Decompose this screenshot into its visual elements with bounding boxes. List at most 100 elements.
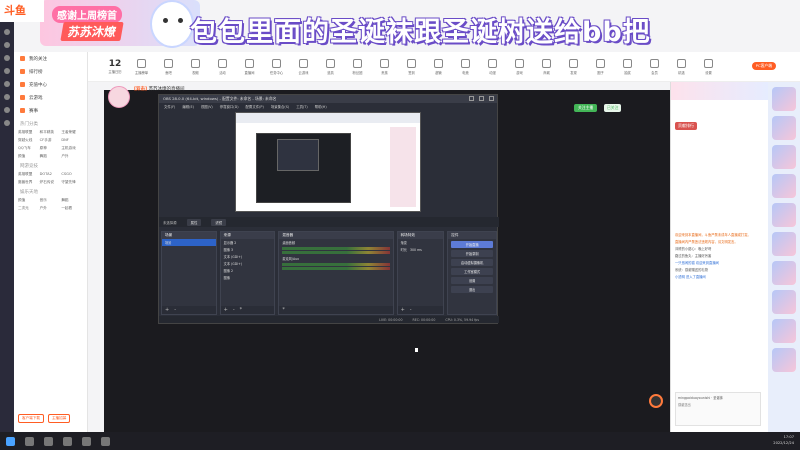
app-icon[interactable]: [4, 107, 10, 113]
menu-edit[interactable]: 编辑(E): [182, 104, 194, 109]
calendar-day[interactable]: 12 主播日历: [102, 59, 128, 75]
category-link[interactable]: 英雄联盟: [18, 172, 40, 177]
category-link[interactable]: 舞蹈: [40, 154, 62, 159]
close-icon[interactable]: [489, 96, 494, 101]
category-link[interactable]: CF手游: [40, 138, 62, 143]
source-item[interactable]: 文本 (GDI+): [221, 253, 275, 260]
pc-client-button[interactable]: PC客户端: [751, 62, 776, 70]
follow-button[interactable]: 关注主播: [574, 104, 598, 112]
obs-app-icon[interactable]: [63, 436, 72, 446]
category-link[interactable]: 颜值: [18, 154, 40, 159]
add-icon[interactable]: +: [165, 307, 169, 313]
category-link[interactable]: DOTA2: [40, 172, 62, 177]
source-item[interactable]: 图像 2: [221, 267, 275, 274]
category-item[interactable]: 鱼吧: [155, 58, 182, 75]
studio-mode-button[interactable]: 工作室模式: [451, 268, 493, 275]
category-link[interactable]: 颜值: [18, 198, 40, 203]
category-item[interactable]: 抽奖: [614, 58, 641, 75]
category-link[interactable]: 炉石传说: [40, 180, 62, 185]
app-icon[interactable]: [4, 94, 10, 100]
filters-button[interactable]: 滤镜: [211, 218, 227, 226]
system-clock[interactable]: 17:07 2022/12/24: [773, 434, 794, 446]
start-streaming-button[interactable]: 开始直播: [451, 241, 493, 248]
category-item[interactable]: 动漫: [479, 58, 506, 75]
followed-badge[interactable]: 已关注: [604, 104, 622, 112]
nav-item-rank[interactable]: 排行榜: [14, 65, 87, 78]
nav-item-recharge[interactable]: 充值中心: [14, 78, 87, 91]
category-link[interactable]: 魔兽世界: [18, 180, 40, 185]
category-link[interactable]: QQ飞车: [18, 146, 40, 151]
category-item[interactable]: 视频: [182, 58, 209, 75]
category-item[interactable]: 任务中心: [263, 58, 290, 75]
category-item[interactable]: 设置: [695, 58, 722, 75]
site-logo[interactable]: 斗鱼: [0, 0, 44, 22]
category-item[interactable]: 圈子: [587, 58, 614, 75]
category-item[interactable]: 会员: [641, 58, 668, 75]
settings-button[interactable]: 设置: [451, 277, 493, 284]
avatar[interactable]: [772, 203, 796, 227]
avatar[interactable]: [772, 319, 796, 343]
add-icon[interactable]: +: [401, 307, 405, 313]
avatar[interactable]: [772, 348, 796, 372]
volume-slider[interactable]: [282, 267, 390, 270]
avatar[interactable]: [772, 116, 796, 140]
gear-icon[interactable]: *: [282, 307, 285, 313]
menu-docks[interactable]: 停靠窗口(D): [220, 104, 239, 109]
avatar[interactable]: [772, 261, 796, 285]
browser-app-icon[interactable]: [82, 436, 91, 446]
avatar[interactable]: [772, 145, 796, 169]
category-link[interactable]: 户外: [40, 206, 62, 211]
category-link[interactable]: 舞蹈: [61, 198, 83, 203]
menu-help[interactable]: 帮助(H): [315, 104, 327, 109]
windows-start-icon[interactable]: [6, 436, 15, 446]
maximize-icon[interactable]: [479, 96, 484, 101]
category-link[interactable]: 王者荣耀: [61, 130, 83, 135]
category-link[interactable]: 户外: [61, 154, 83, 159]
menu-file[interactable]: 文件(F): [164, 104, 175, 109]
category-link[interactable]: 和平精英: [40, 130, 62, 135]
category-link[interactable]: DNF: [61, 138, 83, 143]
source-item[interactable]: 文本 (GDI+): [221, 260, 275, 267]
contribution-tab[interactable]: 贡献排行: [675, 122, 697, 130]
category-link[interactable]: 守望先锋: [61, 180, 83, 185]
avatar[interactable]: [772, 232, 796, 256]
virtual-camera-button[interactable]: 启动虚拟摄像机: [451, 259, 493, 266]
nav-item-cloud-game[interactable]: 云游戏: [14, 91, 87, 104]
category-item[interactable]: 主播榜单: [128, 58, 155, 75]
minimize-icon[interactable]: [469, 96, 474, 101]
chat-popup[interactable]: mingpaiduoyounishi · 圣诞袜 感谢送出: [675, 392, 761, 426]
source-item[interactable]: 图像 3: [221, 246, 275, 253]
avatar[interactable]: [772, 174, 796, 198]
obs-preview[interactable]: [235, 112, 421, 212]
exit-button[interactable]: 退出: [451, 286, 493, 293]
app-icon[interactable]: [4, 55, 10, 61]
gear-icon[interactable]: *: [240, 307, 243, 313]
app-icon[interactable]: [4, 81, 10, 87]
category-link[interactable]: 音乐: [40, 198, 62, 203]
avatar[interactable]: [772, 87, 796, 111]
remove-icon[interactable]: -: [233, 307, 235, 313]
gift-icon[interactable]: [649, 394, 663, 408]
category-item[interactable]: 精选: [668, 58, 695, 75]
category-link[interactable]: 主机游戏: [61, 146, 83, 151]
category-item[interactable]: 游戏: [506, 58, 533, 75]
category-link[interactable]: 英雄联盟: [18, 130, 40, 135]
app-icon[interactable]: [4, 29, 10, 35]
task-view-icon[interactable]: [44, 436, 53, 446]
category-item[interactable]: 道具: [317, 58, 344, 75]
category-item[interactable]: 电竞: [452, 58, 479, 75]
remove-icon[interactable]: -: [174, 307, 176, 313]
search-icon[interactable]: [25, 436, 34, 446]
volume-slider[interactable]: [282, 251, 390, 254]
category-item[interactable]: 发现: [560, 58, 587, 75]
menu-scene-collection[interactable]: 场景集合(S): [271, 104, 289, 109]
category-link[interactable]: 一起看: [61, 206, 83, 211]
category-item[interactable]: 直播间: [236, 58, 263, 75]
douyu-app-icon[interactable]: [101, 436, 110, 446]
recruit-button[interactable]: 主播招募: [47, 414, 71, 423]
category-item[interactable]: 活动: [209, 58, 236, 75]
category-item[interactable]: 贵族: [371, 58, 398, 75]
app-icon[interactable]: [4, 68, 10, 74]
app-icon[interactable]: [4, 120, 10, 126]
category-item[interactable]: 商城: [533, 58, 560, 75]
